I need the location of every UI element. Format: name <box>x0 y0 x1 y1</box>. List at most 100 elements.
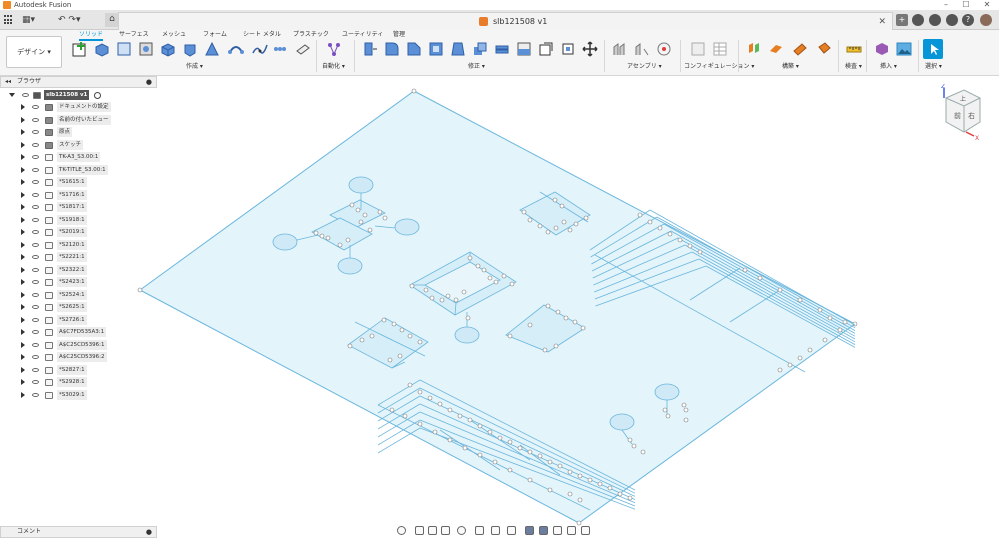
sketch-point <box>561 219 567 225</box>
sketch-point <box>552 197 558 203</box>
sketch-point <box>837 327 843 333</box>
sketch-point <box>797 355 803 361</box>
navigation-bar <box>395 524 605 538</box>
sketch-point <box>742 267 748 273</box>
sketch-point <box>507 467 513 473</box>
sketch-point <box>559 203 565 209</box>
sketch-point <box>369 333 375 339</box>
x-axis-label: X <box>975 135 979 142</box>
view-cube[interactable]: 前 右 上 Z X <box>940 84 984 146</box>
sketch-point <box>607 485 613 491</box>
sketch-point <box>567 227 573 233</box>
z-axis-label: Z <box>941 84 945 90</box>
sketch-point <box>492 459 498 465</box>
sketch-point <box>545 229 551 235</box>
orbit-icon[interactable] <box>397 526 406 535</box>
sketch-point <box>377 209 383 215</box>
sketch-point <box>432 429 438 435</box>
shaded-view-icon[interactable] <box>525 526 534 535</box>
sketch-point <box>345 237 351 243</box>
design-canvas[interactable] <box>0 0 999 541</box>
viewcube-front-face[interactable]: 前 <box>954 111 961 120</box>
sketch-point <box>461 289 467 295</box>
zoom-window-icon[interactable] <box>457 526 466 535</box>
sketch-point <box>555 309 561 315</box>
sketch-point <box>567 491 573 497</box>
sketch-point <box>563 315 569 321</box>
sketch-point <box>501 273 507 279</box>
sketch-point <box>527 322 533 328</box>
sketch-point <box>567 469 573 475</box>
viewports-icon[interactable] <box>507 526 516 535</box>
sketch-point <box>597 481 603 487</box>
sketch-point <box>387 357 393 363</box>
pan-icon[interactable] <box>428 526 437 535</box>
sketch-point <box>777 287 783 293</box>
sketch-point <box>683 417 689 423</box>
sketch-point <box>640 449 646 455</box>
look-at-icon[interactable] <box>415 526 424 535</box>
sketch-point <box>631 443 637 449</box>
sketch-point <box>397 353 403 359</box>
sketch-point <box>573 221 579 227</box>
sketch-point <box>477 452 483 458</box>
sketch-point <box>358 219 364 225</box>
sketch-point <box>817 307 823 313</box>
sketch-point <box>355 207 361 213</box>
boss-circle-br-top <box>654 383 680 401</box>
sketch-point <box>667 231 673 237</box>
sketch-point <box>577 497 583 503</box>
sketch-point <box>487 275 493 281</box>
sketch-point <box>407 333 413 339</box>
sketch-point <box>477 423 483 429</box>
sketch-point <box>545 303 551 309</box>
sketch-point <box>429 295 435 301</box>
sketch-point <box>557 463 563 469</box>
sketch-point <box>662 407 668 413</box>
sketch-point <box>681 402 687 408</box>
sketch-point <box>445 293 451 299</box>
sketch-point <box>553 343 559 349</box>
sketch-point <box>447 407 453 413</box>
viewcube-right-face[interactable]: 右 <box>968 111 975 120</box>
sketch-point <box>417 421 423 427</box>
sketch-point <box>367 227 373 233</box>
sketch-point <box>467 255 473 261</box>
sketch-point <box>777 367 783 373</box>
sketch-point <box>577 473 583 479</box>
sketch-point <box>359 337 365 343</box>
sheet-corner-point <box>137 287 143 293</box>
visible-edges-icon[interactable] <box>581 526 590 535</box>
sketch-point <box>507 333 513 339</box>
sketch-point <box>399 327 405 333</box>
sketch-point <box>337 242 343 248</box>
sketch-point <box>391 321 397 327</box>
sketch-point <box>842 319 848 325</box>
plate-edge <box>377 427 421 454</box>
hidden-edges-icon[interactable] <box>567 526 576 535</box>
sketch-point <box>627 437 633 443</box>
sketch-point <box>325 235 331 241</box>
zoom-icon[interactable] <box>441 526 450 535</box>
sheet-plane <box>139 90 856 524</box>
sketch-point <box>827 315 833 321</box>
shaded-edges-icon[interactable] <box>539 526 548 535</box>
sketch-point <box>313 230 319 236</box>
viewcube-top-face[interactable]: 上 <box>960 95 966 103</box>
sketch-point <box>362 212 368 218</box>
sketch-point <box>757 275 763 281</box>
sketch-point <box>381 317 387 323</box>
sketch-point <box>687 243 693 249</box>
sketch-point <box>439 297 445 303</box>
boss-circle-left <box>272 233 298 251</box>
sketch-point <box>319 233 325 239</box>
grid-snaps-icon[interactable] <box>491 526 500 535</box>
sketch-point <box>481 267 487 273</box>
sketch-point <box>453 297 459 303</box>
sketch-point <box>797 297 803 303</box>
sketch-point <box>583 215 589 221</box>
sketch-point <box>462 445 468 451</box>
wireframe-icon[interactable] <box>553 526 562 535</box>
display-settings-icon[interactable] <box>475 526 484 535</box>
sketch-geometry <box>137 88 858 526</box>
